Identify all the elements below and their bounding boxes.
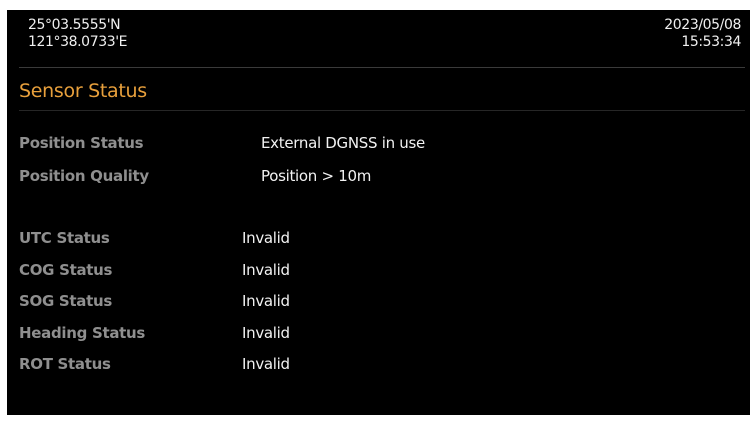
heading-status-label: Heading Status — [19, 324, 146, 342]
latitude-readout: 25°03.5555'N — [28, 17, 121, 33]
position-quality-value: Position > 10m — [261, 167, 372, 185]
status-header-bar: 25°03.5555'N 121°38.0733'E 2023/05/08 15… — [7, 10, 750, 67]
sensor-status-screen: 25°03.5555'N 121°38.0733'E 2023/05/08 15… — [7, 10, 750, 415]
time-readout: 15:53:34 — [681, 34, 741, 50]
cog-status-label: COG Status — [19, 261, 113, 279]
rot-status-label: ROT Status — [19, 355, 111, 373]
utc-status-value: Invalid — [242, 229, 290, 247]
rot-status-row: ROT Status Invalid — [7, 355, 750, 379]
position-quality-label: Position Quality — [19, 167, 149, 185]
utc-status-row: UTC Status Invalid — [7, 229, 750, 253]
position-status-label: Position Status — [19, 134, 144, 152]
sog-status-value: Invalid — [242, 292, 290, 310]
title-divider — [19, 110, 745, 111]
heading-status-value: Invalid — [242, 324, 290, 342]
sog-status-row: SOG Status Invalid — [7, 292, 750, 316]
cog-status-row: COG Status Invalid — [7, 261, 750, 285]
position-status-row: Position Status External DGNSS in use — [7, 134, 750, 158]
sog-status-label: SOG Status — [19, 292, 112, 310]
longitude-readout: 121°38.0733'E — [28, 34, 128, 50]
rot-status-value: Invalid — [242, 355, 290, 373]
position-quality-row: Position Quality Position > 10m — [7, 167, 750, 191]
heading-status-row: Heading Status Invalid — [7, 324, 750, 348]
position-status-value: External DGNSS in use — [261, 134, 425, 152]
utc-status-label: UTC Status — [19, 229, 110, 247]
page-title: Sensor Status — [19, 80, 147, 102]
cog-status-value: Invalid — [242, 261, 290, 279]
header-divider — [19, 67, 745, 68]
date-readout: 2023/05/08 — [664, 17, 741, 33]
